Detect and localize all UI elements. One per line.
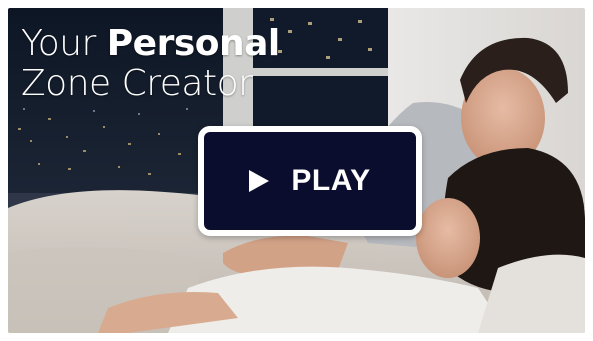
play-label: PLAY [291, 164, 371, 197]
video-player[interactable]: Your Personal Zone Creator PLAY [8, 8, 585, 333]
headline-bold-text: Personal [106, 23, 280, 64]
play-button[interactable]: PLAY [198, 126, 422, 236]
play-triangle-icon [249, 170, 270, 192]
headline-line-2: Zone Creator [21, 63, 253, 104]
headline-line-1: Your Personal [21, 24, 280, 64]
video-headline: Your Personal Zone Creator [21, 24, 280, 104]
headline-thin-text: Your [21, 23, 107, 64]
